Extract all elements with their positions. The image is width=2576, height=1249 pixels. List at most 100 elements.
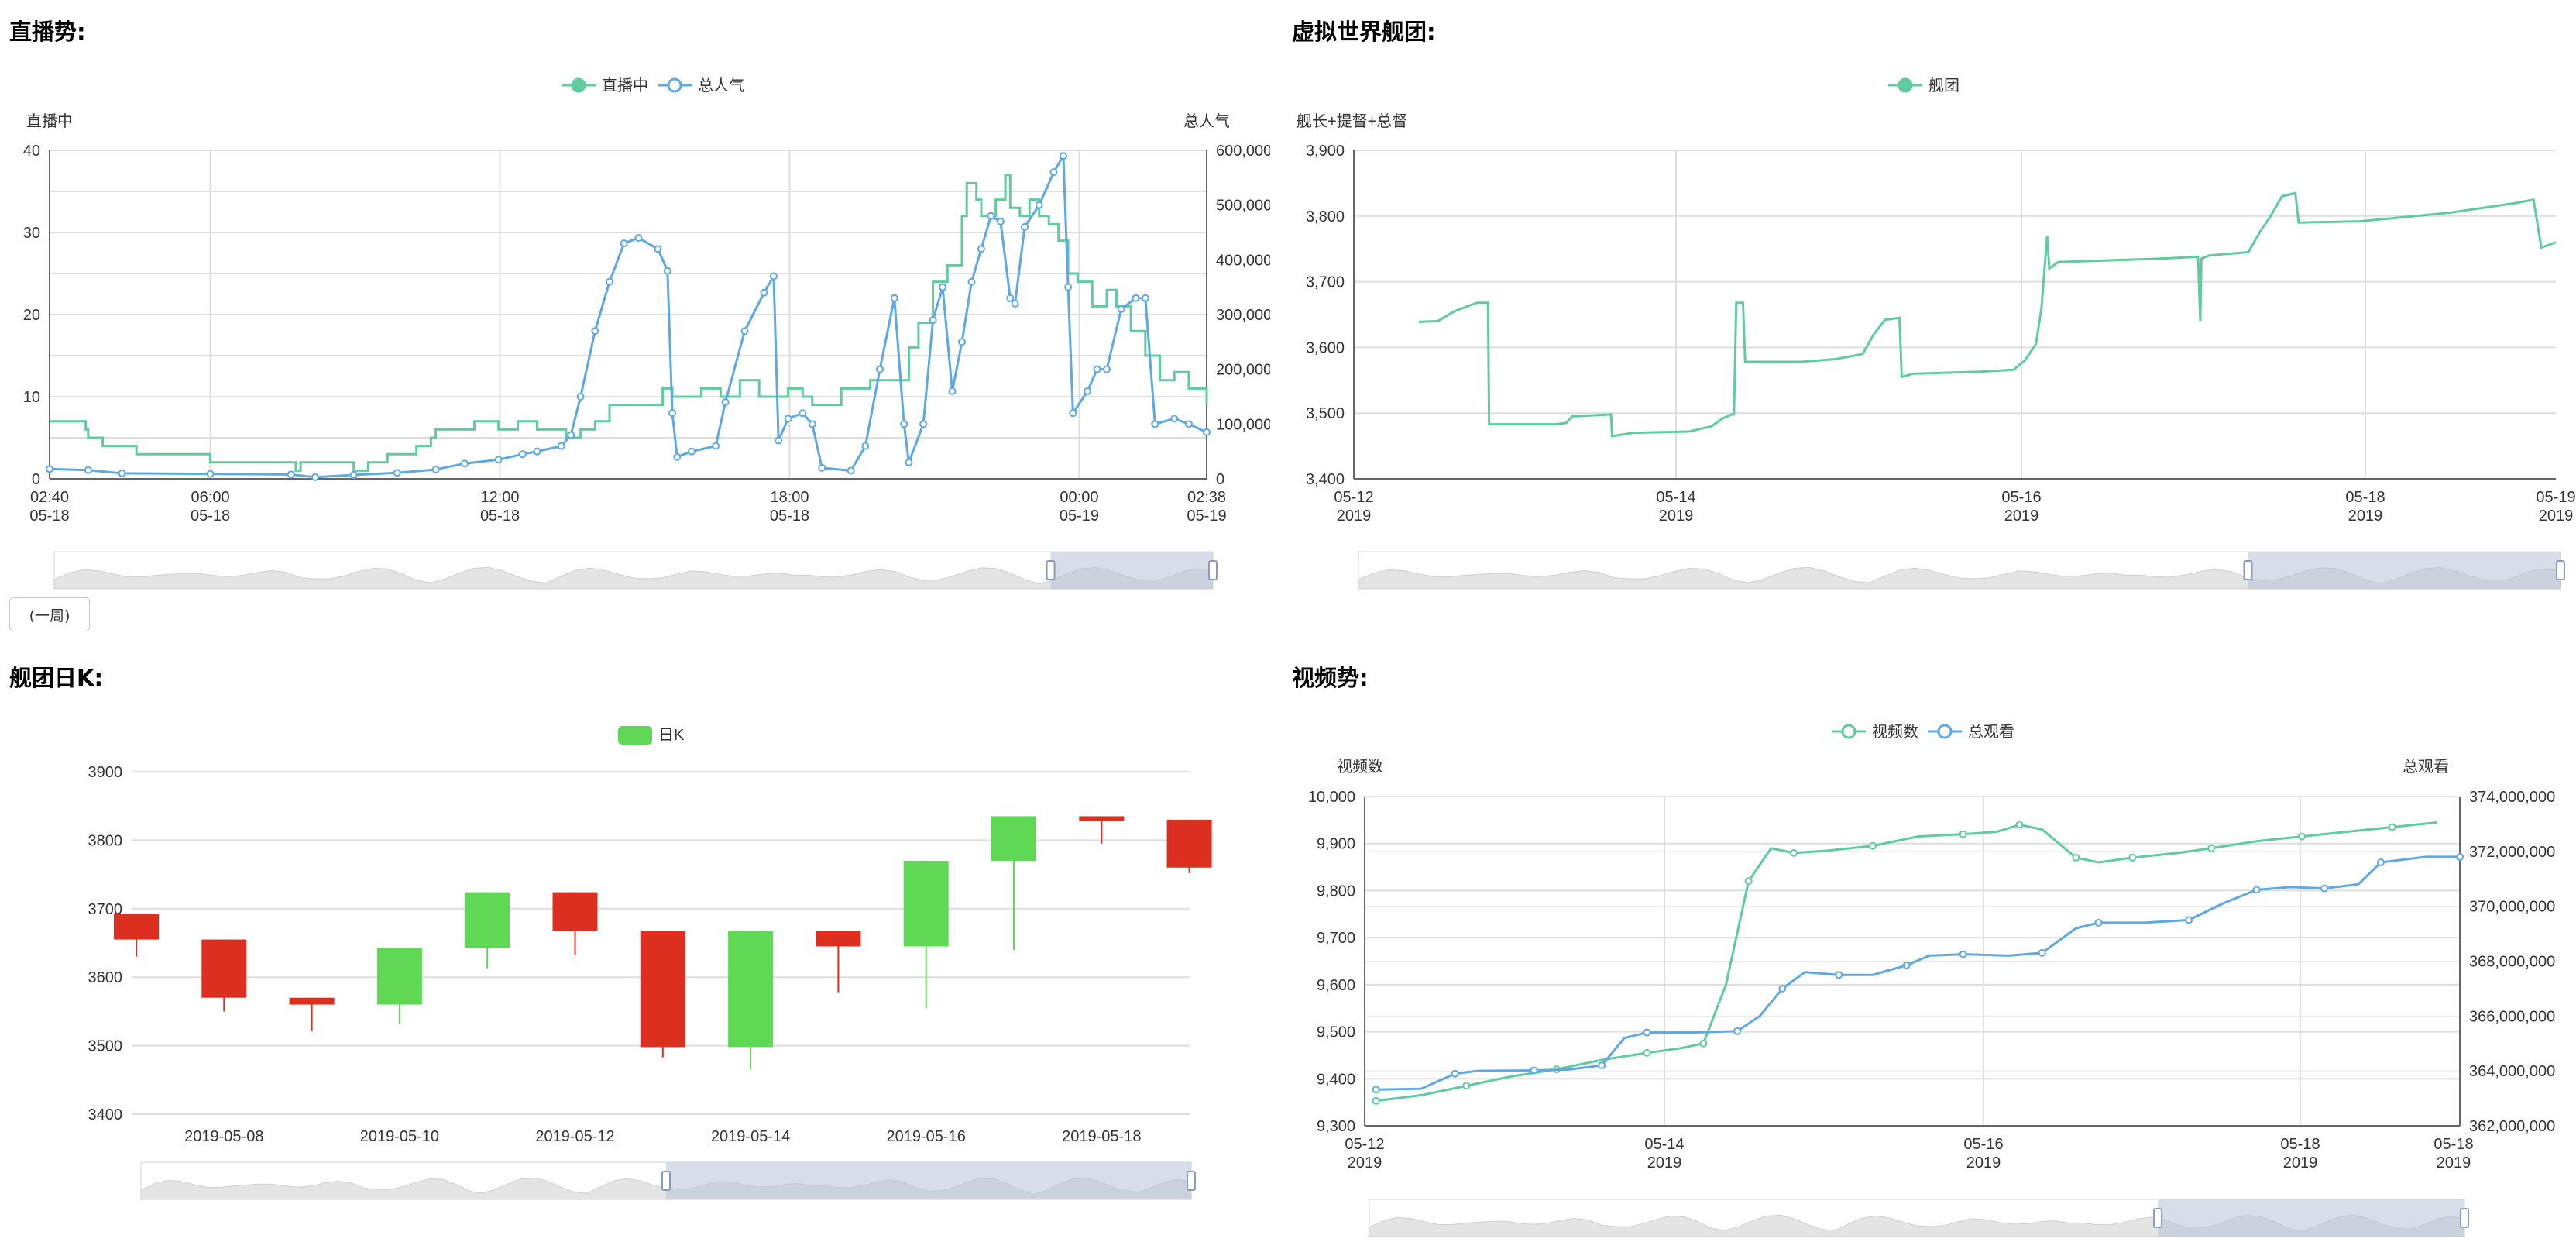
y-tick-label-right: 600,000: [1216, 143, 1270, 160]
datazoom-handle[interactable]: [2460, 1208, 2469, 1228]
candle-body: [1079, 816, 1125, 821]
video-count-point: [2297, 832, 2306, 841]
popularity-point: [533, 447, 541, 456]
popularity-point: [808, 420, 816, 428]
x-tick-label: 05-16: [2001, 489, 2041, 506]
popularity-point: [206, 470, 215, 478]
y-tick-label-right: 300,000: [1216, 307, 1270, 324]
popularity-point: [46, 465, 53, 473]
x-tick-label: 05-18: [191, 508, 230, 525]
popularity-point: [431, 465, 440, 473]
popularity-point: [721, 398, 730, 407]
y-axis-title-left: 视频数: [1337, 758, 1383, 776]
x-tick-label: 05-12: [1334, 489, 1373, 506]
total-views-point: [2094, 918, 2103, 927]
y-tick-label: 3400: [88, 1106, 123, 1123]
popularity-point: [760, 288, 768, 297]
y-tick-label-left: 9,800: [1317, 883, 1355, 900]
popularity-point: [606, 277, 614, 286]
popularity-point: [1021, 222, 1029, 231]
series-guard: [1418, 191, 2557, 438]
datazoom-selection: [1050, 552, 1213, 589]
popularity-point: [1151, 420, 1159, 428]
datazoom-handle[interactable]: [1046, 560, 1056, 580]
popularity-point: [1184, 420, 1193, 428]
x-tick-label: 18:00: [770, 489, 809, 506]
y-tick-label-right: 374,000,000: [2469, 789, 2555, 806]
x-tick-label: 05-19: [2536, 489, 2575, 506]
y-tick-label-left: 0: [32, 471, 40, 488]
x-tick-label: 2019-05-16: [887, 1128, 966, 1145]
popularity-point: [775, 436, 783, 445]
guard-chart[interactable]: 舰团舰长+提督+总督 3,400 3,500 3,600 3,700 3,800 3,900…: [1286, 54, 2576, 597]
x-tick-label: 2019: [2539, 508, 2574, 525]
datazoom-handle[interactable]: [1208, 560, 1218, 580]
week-range-button[interactable]: (一周): [9, 597, 90, 631]
candle-body: [465, 892, 510, 948]
candle-body: [552, 892, 598, 931]
candle-body: [991, 816, 1036, 861]
popularity-point: [1049, 168, 1058, 177]
total-views-point: [2038, 948, 2046, 957]
total-views-point: [1643, 1028, 1651, 1037]
live-chart[interactable]: 直播中 总人气直播中 总人气0102030400100,000200,000300,…: [0, 54, 1270, 597]
y-tick-label: 3,900: [1306, 143, 1345, 160]
popularity-point: [1132, 294, 1140, 302]
x-tick-label: 2019: [1659, 508, 1694, 525]
video-count-point: [1959, 830, 1967, 838]
y-tick-label-left: 9,300: [1317, 1118, 1355, 1135]
x-tick-label: 12:00: [480, 489, 519, 506]
y-tick-label: 3,600: [1306, 339, 1345, 356]
datazoom-handle[interactable]: [661, 1171, 671, 1191]
datazoom-handle[interactable]: [1187, 1171, 1196, 1191]
datazoom-handle[interactable]: [2243, 560, 2253, 580]
y-tick-label-right: 366,000,000: [2469, 1008, 2555, 1025]
popularity-point: [287, 470, 295, 479]
popularity-point: [876, 365, 884, 373]
popularity-point: [620, 239, 628, 248]
datazoom-selection: [2248, 552, 2561, 589]
y-tick-label-left: 20: [23, 307, 40, 324]
candle-body: [289, 997, 335, 1005]
series-total-views: [1376, 855, 2460, 1091]
popularity-point: [673, 452, 682, 461]
total-views-point: [1835, 971, 1843, 979]
live-panel-title: 直播势:: [9, 19, 86, 45]
x-tick-label: 05-16: [1963, 1136, 2003, 1153]
kline-chart[interactable]: 日K3400350036003700380039002019-05-08 2019…: [0, 697, 1270, 1249]
popularity-point: [967, 277, 976, 286]
y-tick-label-left: 10: [23, 389, 40, 406]
candle-body: [816, 931, 861, 947]
popularity-point: [861, 442, 870, 450]
y-tick-label-right: 362,000,000: [2469, 1118, 2555, 1135]
x-tick-label: 2019-05-14: [711, 1128, 790, 1145]
video-count-point: [1744, 877, 1753, 886]
popularity-point: [1035, 201, 1043, 209]
video-count-point: [1789, 848, 1798, 857]
popularity-point: [769, 272, 778, 280]
datazoom-selection: [2158, 1199, 2464, 1237]
datazoom-handle[interactable]: [2556, 560, 2565, 580]
series-popularity: [49, 151, 1207, 479]
candle-body: [201, 939, 247, 998]
y-tick-label-right: 0: [1216, 471, 1224, 488]
popularity-point: [1117, 305, 1125, 313]
popularity-point: [939, 283, 947, 291]
popularity-point: [591, 327, 599, 335]
popularity-point: [1059, 152, 1067, 160]
x-tick-label: 05-14: [1656, 489, 1695, 506]
y-tick-label: 3,800: [1306, 208, 1345, 225]
datazoom-handle[interactable]: [2153, 1208, 2163, 1228]
video-chart[interactable]: 视频数 总观看视频数 总观看9,3009,4009,5009,6009,7009,8…: [1286, 697, 2576, 1249]
x-tick-label: 05-18: [2280, 1136, 2320, 1153]
y-tick-label-left: 9,900: [1317, 836, 1355, 853]
y-tick-label-left: 9,600: [1317, 977, 1355, 994]
popularity-point: [84, 466, 92, 474]
popularity-point: [518, 450, 527, 459]
y-tick-label: 3900: [88, 764, 123, 781]
total-views-point: [1451, 1069, 1459, 1078]
x-tick-label: 2019-05-12: [535, 1128, 614, 1145]
guard-panel-title: 虚拟世界舰团:: [1292, 19, 1436, 45]
total-views-point: [1902, 961, 1911, 969]
x-tick-label: 2019: [1966, 1154, 2001, 1172]
